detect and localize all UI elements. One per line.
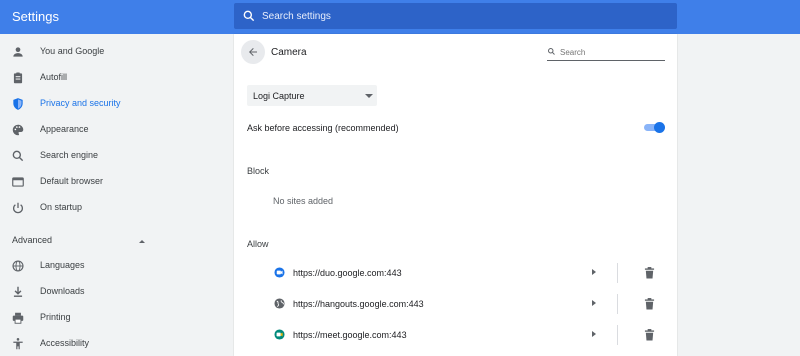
sidebar-item-on-startup[interactable]: On startup — [0, 196, 225, 220]
allow-site-row[interactable]: https://duo.google.com:443 — [234, 258, 677, 288]
site-url: https://duo.google.com:443 — [293, 268, 402, 278]
duo-favicon-icon — [274, 267, 285, 278]
sidebar-item-label: Downloads — [40, 286, 85, 296]
search-icon — [548, 48, 555, 55]
sidebar-item-label: Printing — [40, 312, 71, 322]
settings-search-box[interactable] — [234, 3, 677, 29]
trash-icon[interactable] — [644, 267, 655, 279]
sidebar-item-languages[interactable]: Languages — [0, 254, 225, 278]
toggle-knob — [654, 122, 665, 133]
clipboard-icon — [13, 72, 23, 84]
sidebar-item-privacy-and-security[interactable]: Privacy and security — [0, 92, 225, 116]
back-button[interactable] — [241, 40, 265, 64]
allow-site-row[interactable]: https://hangouts.google.com:443 — [234, 289, 677, 319]
row-divider — [617, 294, 618, 314]
shield-icon — [13, 98, 23, 110]
site-url: https://meet.google.com:443 — [293, 330, 407, 340]
search-icon — [12, 150, 24, 162]
chevron-right-icon[interactable] — [592, 300, 596, 306]
camera-settings-panel: Camera Logi Capture Ask before accessing… — [234, 34, 677, 356]
panel-search[interactable] — [547, 45, 665, 61]
download-icon — [13, 286, 23, 297]
camera-device-select[interactable]: Logi Capture — [247, 85, 377, 106]
sidebar-item-label: Appearance — [40, 124, 89, 134]
settings-search-input[interactable] — [262, 7, 662, 25]
top-bar: Settings — [0, 0, 800, 34]
app-title: Settings — [12, 9, 59, 24]
sidebar-item-printing[interactable]: Printing — [0, 306, 225, 330]
allow-site-row[interactable]: https://meet.google.com:443 — [234, 320, 677, 350]
sidebar-item-accessibility[interactable]: Accessibility — [0, 332, 225, 356]
block-empty-text: No sites added — [273, 196, 334, 206]
accessibility-icon — [13, 338, 23, 350]
person-icon — [13, 47, 23, 57]
panel-search-input[interactable] — [560, 45, 660, 59]
browser-icon — [12, 177, 24, 187]
printer-icon — [12, 312, 24, 324]
sidebar-item-you-and-google[interactable]: You and Google — [0, 40, 225, 64]
sidebar-item-label: Search engine — [40, 150, 99, 160]
camera-device-value: Logi Capture — [253, 91, 305, 101]
sidebar-item-label: Autofill — [40, 72, 68, 82]
meet-favicon-icon — [274, 329, 285, 340]
block-section-label: Block — [247, 166, 270, 176]
chevron-right-icon[interactable] — [592, 269, 596, 275]
ask-before-accessing-toggle[interactable] — [644, 122, 665, 134]
allow-section-label: Allow — [247, 239, 269, 249]
chevron-right-icon[interactable] — [592, 331, 596, 337]
trash-icon[interactable] — [644, 329, 655, 341]
sidebar-item-appearance[interactable]: Appearance — [0, 118, 225, 142]
ask-before-accessing-label: Ask before accessing (recommended) — [247, 123, 399, 133]
power-icon — [13, 202, 23, 214]
row-divider — [617, 325, 618, 345]
trash-icon[interactable] — [644, 298, 655, 310]
arrow-back-icon — [249, 48, 257, 56]
sidebar-item-label: Default browser — [40, 176, 104, 186]
sidebar-item-autofill[interactable]: Autofill — [0, 66, 225, 90]
row-divider — [617, 263, 618, 283]
site-url: https://hangouts.google.com:443 — [293, 299, 424, 309]
sidebar-item-label: Languages — [40, 260, 85, 270]
page-title: Camera — [271, 47, 307, 58]
globe-icon — [12, 260, 24, 272]
palette-icon — [12, 124, 24, 136]
sidebar-item-label: Privacy and security — [40, 98, 121, 108]
sidebar-item-downloads[interactable]: Downloads — [0, 280, 225, 304]
sidebar-item-default-browser[interactable]: Default browser — [0, 170, 225, 194]
chevron-up-icon[interactable] — [137, 236, 147, 246]
globe-favicon-icon — [274, 298, 285, 309]
search-icon — [243, 10, 255, 22]
sidebar-item-label: On startup — [40, 202, 83, 212]
sidebar: You and Google Autofill Privacy and secu… — [0, 34, 225, 356]
sidebar-item-label: You and Google — [40, 46, 105, 56]
sidebar-item-label: Accessibility — [40, 338, 90, 348]
sidebar-item-search-engine[interactable]: Search engine — [0, 144, 225, 168]
dropdown-caret-icon — [365, 94, 373, 98]
advanced-section-header[interactable]: Advanced — [12, 235, 52, 245]
